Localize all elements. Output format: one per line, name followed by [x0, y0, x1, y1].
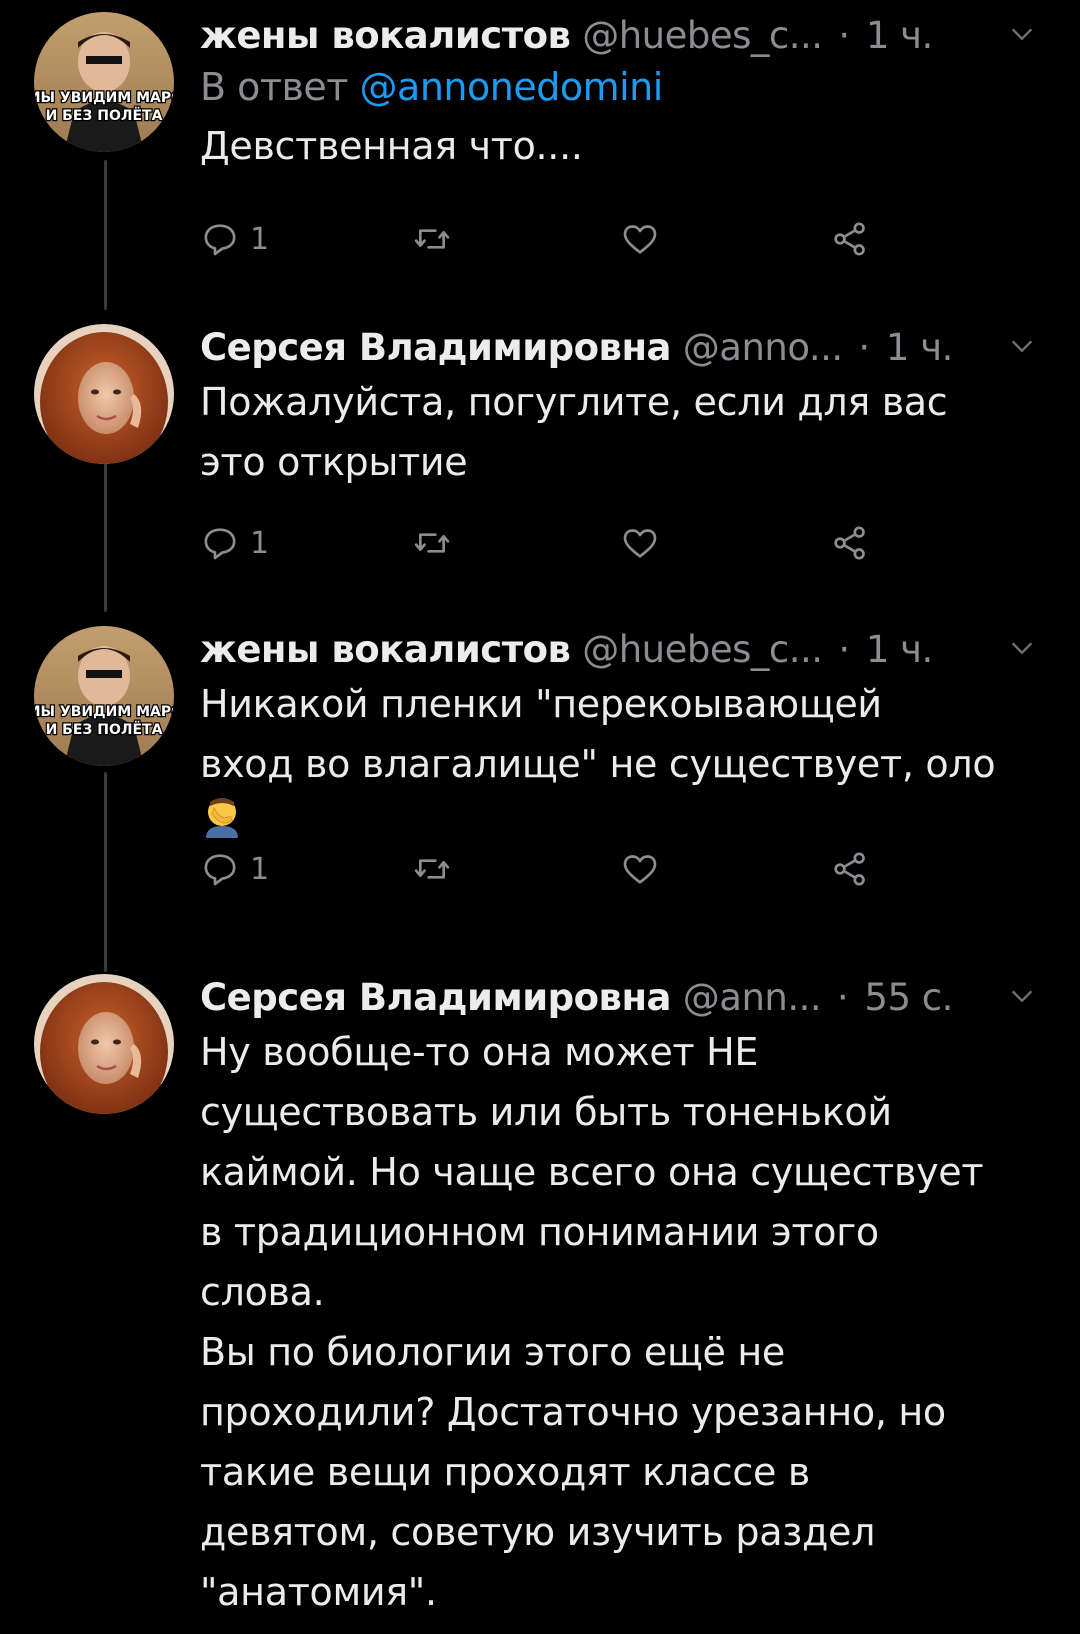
chevron-down-icon[interactable]	[1008, 982, 1036, 1010]
thread-line	[104, 160, 107, 310]
like-button[interactable]	[620, 844, 660, 894]
timestamp[interactable]: 1 ч.	[866, 628, 933, 671]
reply-count: 1	[250, 525, 270, 561]
share-button[interactable]	[830, 844, 870, 894]
user-handle[interactable]: @huebes_c...	[582, 14, 823, 57]
like-button[interactable]	[620, 214, 660, 264]
reply-icon	[204, 854, 236, 886]
timestamp[interactable]: 55 с.	[864, 976, 953, 1019]
like-icon	[623, 225, 657, 254]
tweet-header: Серсея Владимировна @ann... · 55 с.	[200, 974, 1040, 1022]
separator-dot: ·	[838, 14, 851, 57]
facepalm-emoji	[206, 798, 238, 838]
reply-button[interactable]: 1	[200, 518, 269, 568]
thread-line	[104, 772, 107, 972]
user-handle[interactable]: @huebes_c...	[582, 628, 823, 671]
reply-to-prefix: В ответ	[200, 65, 348, 109]
retweet-button[interactable]	[412, 844, 452, 894]
thread-line	[104, 462, 107, 612]
tweet-actions: 1	[200, 518, 900, 568]
share-button[interactable]	[830, 214, 870, 264]
reply-count: 1	[250, 851, 270, 887]
user-handle[interactable]: @ann...	[683, 976, 822, 1019]
reply-button[interactable]: 1	[200, 214, 269, 264]
reply-icon	[204, 528, 236, 560]
retweet-button[interactable]	[412, 518, 452, 568]
reply-count: 1	[250, 221, 270, 257]
like-button[interactable]	[620, 518, 660, 568]
retweet-icon	[414, 229, 450, 249]
timestamp[interactable]: 1 ч.	[886, 326, 953, 369]
svg-text:И БЕЗ ПОЛЁТА: И БЕЗ ПОЛЁТА	[46, 721, 163, 738]
timestamp[interactable]: 1 ч.	[866, 14, 933, 57]
tweet-actions: 1	[200, 844, 900, 894]
tweet-text: Пожалуйста, погуглите, если для вас это …	[200, 380, 948, 484]
svg-text:МЫ УВИДИМ МАРС: МЫ УВИДИМ МАРС	[34, 704, 174, 720]
separator-dot: ·	[858, 326, 871, 369]
display-name[interactable]: Серсея Владимировна	[200, 326, 672, 369]
user-handle[interactable]: @anno...	[683, 326, 843, 369]
share-button[interactable]	[830, 518, 870, 568]
like-icon	[623, 855, 657, 884]
tweet-header: жены вокалистов @huebes_c... · 1 ч.	[200, 626, 1040, 674]
tweet-header: жены вокалистов @huebes_c... · 1 ч.	[200, 12, 1040, 60]
reply-icon	[204, 224, 236, 256]
chevron-down-icon[interactable]	[1008, 634, 1036, 662]
chevron-down-icon[interactable]	[1008, 332, 1036, 360]
share-icon	[834, 852, 865, 886]
reply-to-mention[interactable]: @annonedomini	[360, 65, 664, 109]
svg-text:МЫ УВИДИМ МАРС: МЫ УВИДИМ МАРС	[34, 90, 174, 106]
retweet-icon	[414, 859, 450, 879]
tweet-text: Девственная что....	[200, 124, 583, 168]
avatar[interactable]: МЫ УВИДИМ МАРС И БЕЗ ПОЛЁТА	[34, 626, 174, 766]
tweet-text: Никакой пленки "перекоывающей вход во вл…	[200, 682, 996, 786]
tweet-header: Серсея Владимировна @anno... · 1 ч.	[200, 324, 1040, 372]
avatar[interactable]	[34, 974, 174, 1114]
tweet-actions: 1	[200, 214, 900, 264]
avatar[interactable]	[34, 324, 174, 464]
display-name[interactable]: Серсея Владимировна	[200, 976, 672, 1019]
share-icon	[834, 222, 865, 256]
retweet-button[interactable]	[412, 214, 452, 264]
reply-to-line: В ответ @annonedomini	[200, 60, 1040, 114]
retweet-icon	[414, 533, 450, 553]
svg-text:И БЕЗ ПОЛЁТА: И БЕЗ ПОЛЁТА	[46, 107, 163, 124]
tweet-text: Ну вообще-то она может НЕ существовать и…	[200, 1030, 984, 1614]
display-name[interactable]: жены вокалистов	[200, 628, 571, 671]
share-icon	[834, 526, 865, 560]
separator-dot: ·	[836, 976, 849, 1019]
like-icon	[623, 529, 657, 558]
display-name[interactable]: жены вокалистов	[200, 14, 571, 57]
reply-button[interactable]: 1	[200, 844, 269, 894]
avatar[interactable]: МЫ УВИДИМ МАРС И БЕЗ ПОЛЁТА	[34, 12, 174, 152]
separator-dot: ·	[838, 628, 851, 671]
chevron-down-icon[interactable]	[1008, 20, 1036, 48]
